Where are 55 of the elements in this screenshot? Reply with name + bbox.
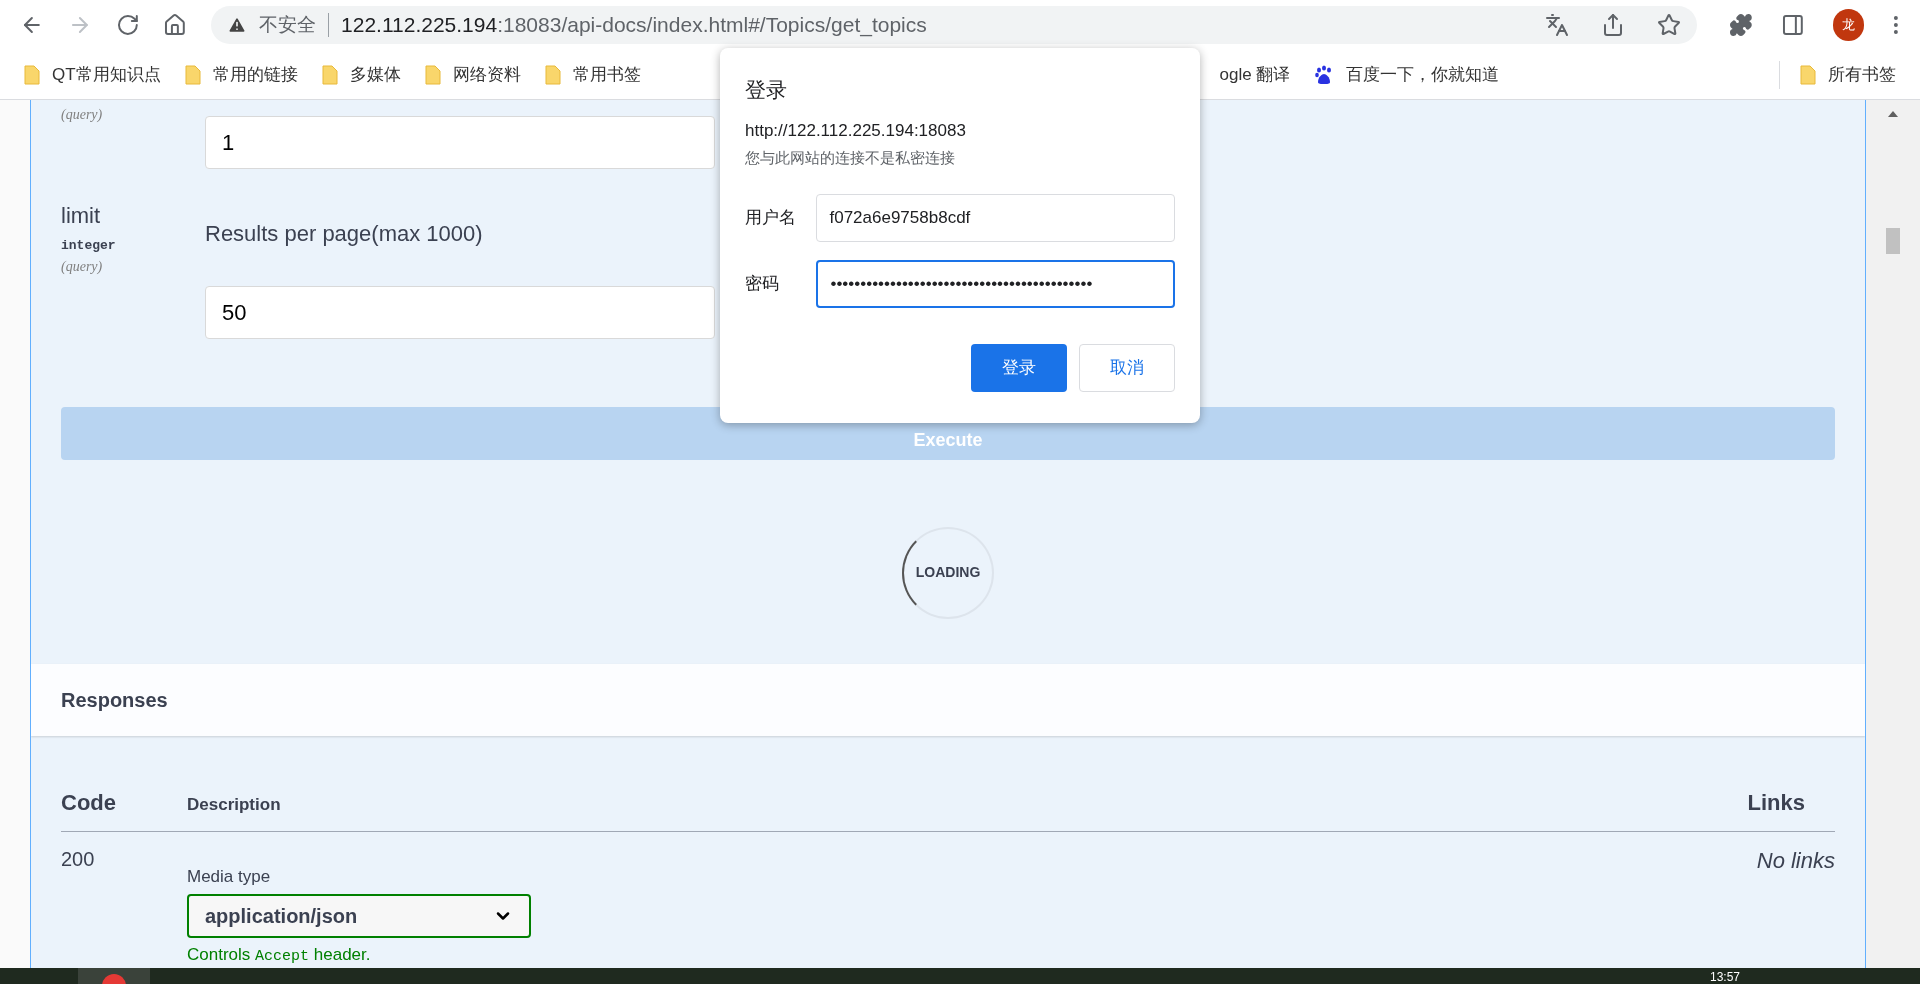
dialog-button[interactable]: 登录 — [971, 343, 1067, 392]
media-type-select[interactable]: application/json — [187, 893, 531, 938]
param-description: Results per page(max 1000) — [205, 220, 484, 248]
scroll-up-icon[interactable] — [1888, 110, 1898, 118]
scrollbar-thumb[interactable] — [1886, 228, 1900, 254]
responses-title: Responses — [61, 687, 168, 713]
warning-icon — [227, 15, 248, 35]
bookmark[interactable]: 常用书签 — [532, 58, 653, 91]
folder-icon — [184, 64, 201, 85]
bookmark[interactable]: 百度一下，你就知道 — [1302, 58, 1512, 91]
media-type-note: Controls Accept header. — [187, 943, 372, 967]
links-value: No links — [1756, 847, 1835, 875]
folder-icon — [1800, 64, 1816, 85]
home-icon[interactable] — [163, 13, 188, 37]
bookmark[interactable]: 网络资料 — [412, 58, 533, 91]
param-name: limit — [61, 202, 102, 230]
bookmark[interactable]: 所有书签 — [1788, 58, 1908, 91]
bookmark[interactable]: 多媒体 — [309, 58, 413, 91]
field-label: 用户名 — [745, 206, 797, 229]
media-type-label: Media type — [187, 866, 272, 888]
dialog-origin: http://122.112.225.194:18083 — [745, 119, 967, 142]
side-panel-icon[interactable] — [1780, 13, 1805, 37]
param-location: (query) — [61, 106, 104, 124]
share-icon[interactable] — [1601, 13, 1625, 37]
clock-time: 13:57 — [1709, 970, 1740, 984]
column-header: Description — [187, 793, 281, 816]
address-bar[interactable]: 不安全 122.112.225.194:18083/api-docs/index.html#/Topics/get_topics — [211, 6, 1697, 44]
extensions-icon[interactable] — [1729, 13, 1753, 37]
folder-icon — [24, 64, 40, 85]
param-location: (query) — [61, 257, 104, 276]
folder-icon — [544, 64, 561, 85]
param-input[interactable]: 50 — [205, 286, 715, 339]
loading-spinner: LOADING — [902, 526, 994, 619]
folder-icon — [321, 64, 338, 85]
bookmark[interactable]: QT常用知识点 — [12, 58, 173, 91]
star-icon[interactable] — [1657, 13, 1681, 37]
url-text: 122.112.225.194:18083/api-docs/index.html#/Topics/get_topics — [341, 12, 927, 39]
field-label: 密码 — [745, 272, 780, 295]
security-label: 不安全 — [259, 12, 317, 37]
column-header: Code — [61, 789, 117, 817]
reload-icon[interactable] — [115, 13, 140, 37]
dialog-warning: 您与此网站的连接不是私密连接 — [745, 148, 956, 168]
dialog-title: 登录 — [745, 77, 788, 103]
folder-icon — [424, 64, 441, 85]
bookmark[interactable]: 常用的链接 — [172, 58, 310, 91]
dialog-input[interactable]: •••••••••••••••••••••••••••••••••••••••••••• — [816, 259, 1175, 308]
translate-icon[interactable] — [1545, 13, 1569, 37]
profile-avatar[interactable]: 龙 — [1832, 9, 1865, 41]
response-code: 200 — [61, 847, 96, 872]
param-input[interactable]: 1 — [205, 116, 715, 169]
bookmark[interactable]: ogle 翻译 — [1207, 58, 1303, 91]
param-type: integer — [61, 237, 117, 255]
column-header: Links — [1747, 789, 1805, 817]
dialog-button[interactable]: 取消 — [1079, 343, 1175, 392]
dialog-input[interactable]: f072a6e9758b8cdf — [816, 193, 1175, 242]
